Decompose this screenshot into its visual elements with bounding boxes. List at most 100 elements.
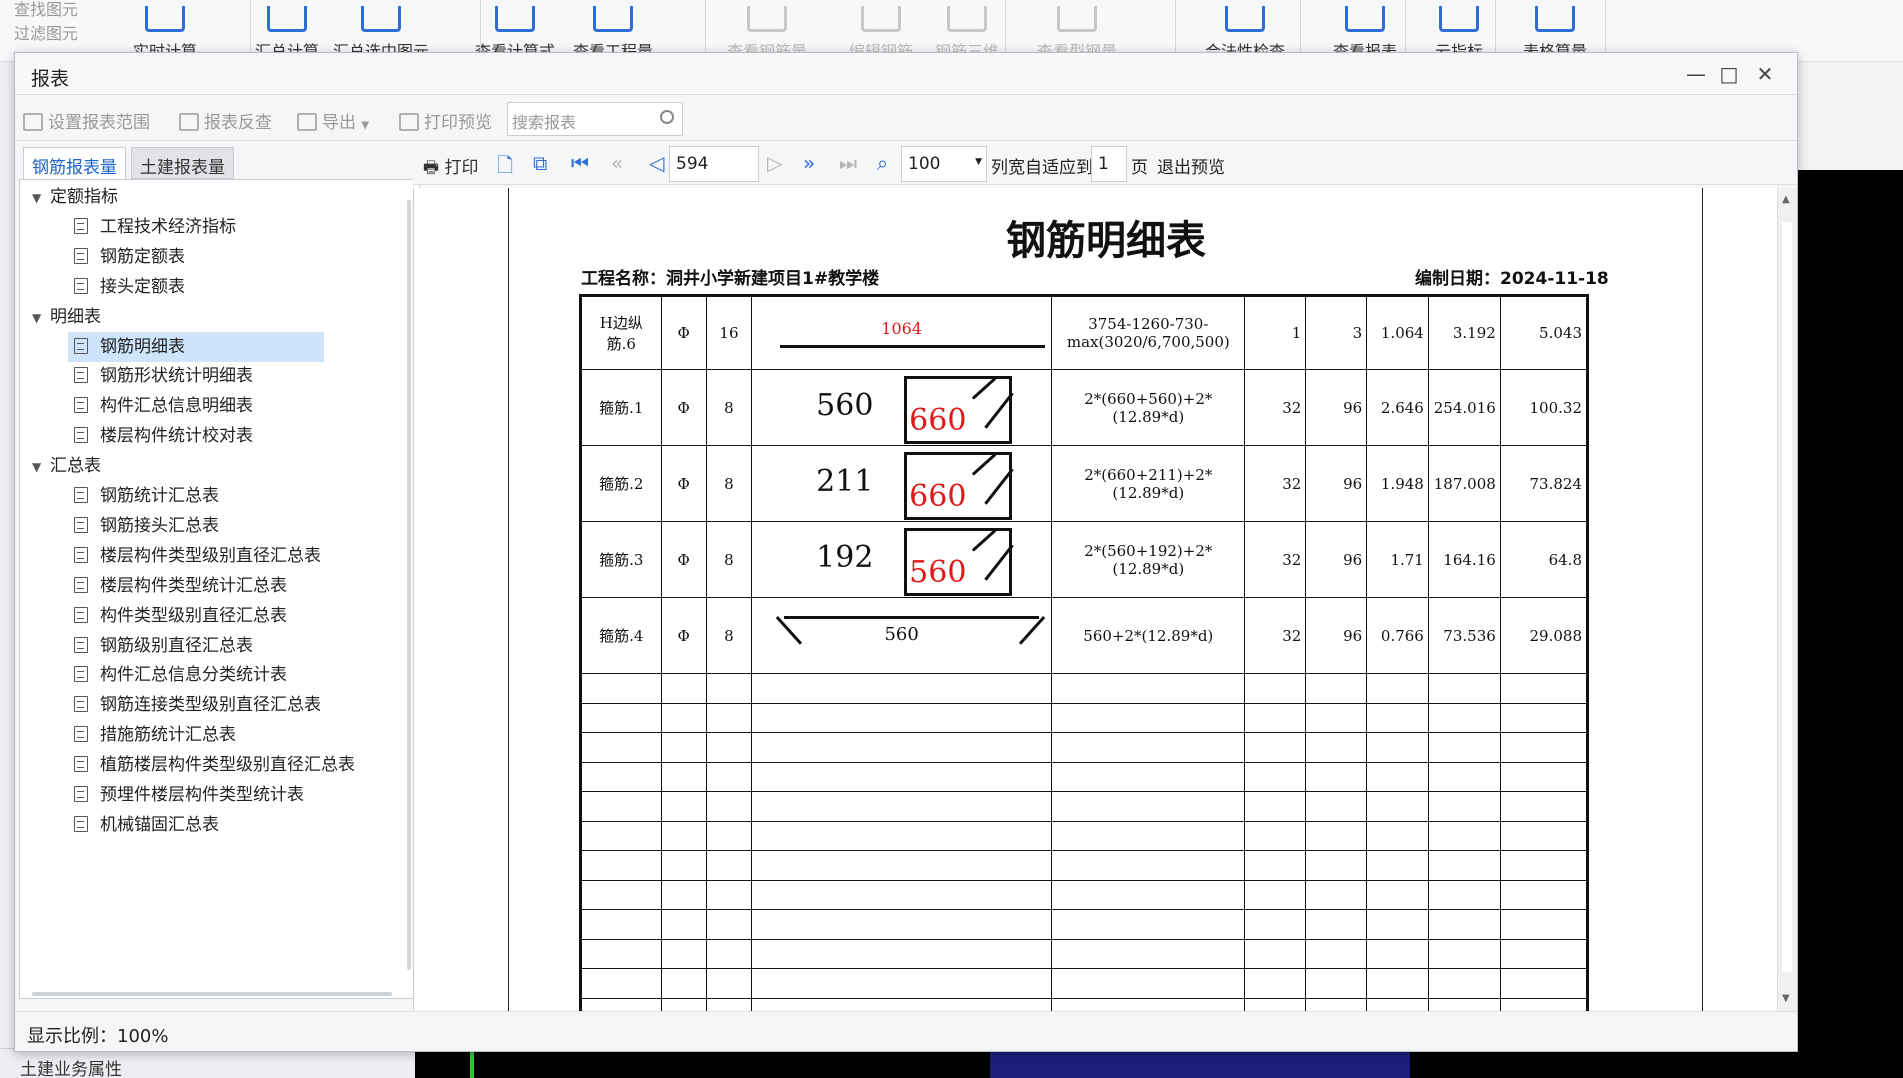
tree-item-selected[interactable]: 钢筋明细表: [68, 331, 324, 362]
zoom-icon[interactable]: ⌕: [877, 151, 888, 175]
empty-cell: [1366, 761, 1429, 792]
reverse-check-button[interactable]: 报表反查: [179, 108, 272, 133]
fit-pages-input[interactable]: 1: [1091, 146, 1127, 182]
empty-table-row: [580, 850, 1589, 881]
table-row[interactable]: 箍筋.4 Φ 8 560 560+2*(12.89*d) 32 96 0.766 73.536 2…: [580, 597, 1589, 674]
tree-item[interactable]: 构件汇总信息分类统计表: [74, 660, 287, 690]
empty-cell: [660, 879, 707, 910]
tree-label: 构件类型级别直径汇总表: [100, 605, 287, 626]
tab-rebar-report[interactable]: 钢筋报表量: [23, 147, 126, 179]
report-doc-icon: [74, 337, 88, 354]
formula-cell: 2*(660+211)+2*(12.89*d): [1051, 445, 1246, 522]
empty-cell: [1051, 702, 1246, 733]
reverse-check-label: 报表反查: [204, 113, 272, 133]
tree-item[interactable]: 钢筋级别直径汇总表: [74, 631, 253, 661]
empty-cell: [1051, 879, 1246, 910]
empty-cell: [1499, 791, 1589, 822]
empty-cell: [1051, 791, 1246, 822]
empty-cell: [660, 820, 707, 851]
table-row[interactable]: 箍筋.3 Φ 8 192 560 2*(560+192)+2*(12.89*d) 32 96 1…: [580, 521, 1589, 598]
tree-item[interactable]: 钢筋统计汇总表: [74, 481, 219, 511]
tree-item[interactable]: 构件类型级别直径汇总表: [74, 601, 287, 631]
ribbon-tool-icon: [495, 6, 535, 32]
tree-label: 钢筋形状统计明细表: [100, 366, 253, 387]
tree-group[interactable]: ▼ 汇总表: [32, 451, 101, 481]
tree-item[interactable]: 钢筋形状统计明细表: [74, 361, 253, 391]
prev-page-icon[interactable]: ◁: [649, 151, 664, 175]
zoom-select[interactable]: 100 ▼: [901, 146, 987, 182]
diameter-cell: 8: [705, 597, 753, 674]
report-doc-icon: [74, 576, 88, 593]
tree-horizontal-scrollbar[interactable]: [32, 992, 392, 996]
report-tree: ▼ 定额指标 工程技术经济指标 钢筋定额表 接头定额表 ▼ 明细表 钢筋明细表钢筋形状统计明细…: [19, 179, 420, 999]
empty-cell: [705, 791, 753, 822]
expand-arrow-icon[interactable]: ▼: [32, 452, 50, 482]
preview-scrollbar[interactable]: ▲ ▼: [1777, 188, 1797, 1011]
empty-cell: [751, 702, 1053, 733]
shape-cell: 560 660: [751, 369, 1053, 446]
empty-cell: [751, 761, 1053, 792]
tree-item[interactable]: 构件汇总信息明细表: [74, 391, 253, 421]
expand-arrow-icon[interactable]: ▼: [32, 303, 50, 333]
range-icon: [23, 113, 43, 131]
empty-cell: [1305, 673, 1368, 704]
empty-cell: [1499, 968, 1589, 999]
ribbon-left-item[interactable]: 过滤图元: [14, 20, 78, 44]
empty-cell: [580, 732, 662, 763]
tree-item[interactable]: 植筋楼层构件类型级别直径汇总表: [74, 750, 355, 780]
tree-group[interactable]: ▼ 定额指标: [32, 182, 118, 212]
next-page-icon[interactable]: ▷: [767, 151, 782, 175]
page-setup-icon[interactable]: 🗋: [497, 151, 513, 185]
export-button[interactable]: 导出 ▼: [297, 108, 369, 133]
tree-item[interactable]: 接头定额表: [74, 272, 185, 302]
minimize-button[interactable]: —: [1681, 62, 1711, 86]
search-input[interactable]: 搜索报表: [507, 102, 683, 136]
tree-label: 构件汇总信息分类统计表: [100, 665, 287, 686]
prev-ten-pages-icon[interactable]: «: [611, 151, 623, 175]
tree-scrollbar[interactable]: [407, 200, 411, 970]
tree-item[interactable]: 楼层构件统计校对表: [74, 421, 253, 451]
tab-civil-report[interactable]: 土建报表量: [131, 147, 234, 179]
empty-cell: [1051, 820, 1246, 851]
print-preview-button[interactable]: 打印预览: [399, 108, 492, 133]
ribbon-divider: [250, 0, 251, 56]
tree-item[interactable]: 措施筋统计汇总表: [74, 720, 236, 750]
maximize-button[interactable]: □: [1714, 62, 1744, 86]
total-length-cell: 187.008: [1427, 445, 1501, 522]
last-page-icon[interactable]: ⏭: [839, 151, 857, 175]
next-ten-pages-icon[interactable]: »: [803, 151, 815, 175]
exit-preview-button[interactable]: 退出预览: [1157, 153, 1225, 178]
page-number-input[interactable]: 594: [669, 146, 759, 182]
tree-group[interactable]: ▼ 明细表: [32, 302, 101, 332]
empty-cell: [1427, 820, 1501, 851]
close-button[interactable]: ✕: [1750, 62, 1780, 86]
scroll-down-icon[interactable]: ▼: [1782, 993, 1790, 1004]
weight-cell: 100.32: [1499, 369, 1589, 446]
tree-item[interactable]: 钢筋接头汇总表: [74, 511, 219, 541]
tree-item[interactable]: 工程技术经济指标: [74, 212, 236, 242]
empty-cell: [1244, 791, 1307, 822]
table-row[interactable]: 箍筋.2 Φ 8 211 660 2*(660+211)+2*(12.89*d) 32 96 1…: [580, 445, 1589, 522]
tree-item[interactable]: 楼层构件类型统计汇总表: [74, 571, 287, 601]
ribbon-left-item[interactable]: 查找图元: [14, 0, 78, 20]
ribbon-tool-icon: [861, 6, 901, 32]
tree-label: 钢筋连接类型级别直径汇总表: [100, 695, 321, 716]
copy-page-icon[interactable]: ⧉: [533, 151, 547, 175]
table-row[interactable]: H边纵筋.6 Φ 16 1064 3754-1260-730-max(3020/6,70…: [580, 295, 1589, 370]
tree-item[interactable]: 机械锚固汇总表: [74, 810, 219, 840]
background-properties-label[interactable]: 土建业务属性: [0, 1048, 415, 1078]
tree-item[interactable]: 钢筋定额表: [74, 242, 185, 272]
table-row[interactable]: 箍筋.1 Φ 8 560 660 2*(660+560)+2*(12.89*d) 32 96 2…: [580, 369, 1589, 446]
report-doc-icon: [74, 606, 88, 623]
scroll-up-icon[interactable]: ▲: [1782, 194, 1790, 205]
scrollbar-thumb[interactable]: [1782, 222, 1792, 972]
tree-item[interactable]: 钢筋连接类型级别直径汇总表: [74, 690, 321, 720]
set-range-button[interactable]: 设置报表范围: [23, 108, 150, 133]
count-cell: 32: [1244, 369, 1307, 446]
tree-item[interactable]: 预埋件楼层构件类型统计表: [74, 780, 304, 810]
ribbon-tool-icon: [593, 6, 633, 32]
first-page-icon[interactable]: ⏮: [571, 151, 589, 175]
expand-arrow-icon[interactable]: ▼: [32, 183, 50, 213]
print-button[interactable]: 🖶 打印: [423, 153, 478, 184]
tree-item[interactable]: 楼层构件类型级别直径汇总表: [74, 541, 321, 571]
